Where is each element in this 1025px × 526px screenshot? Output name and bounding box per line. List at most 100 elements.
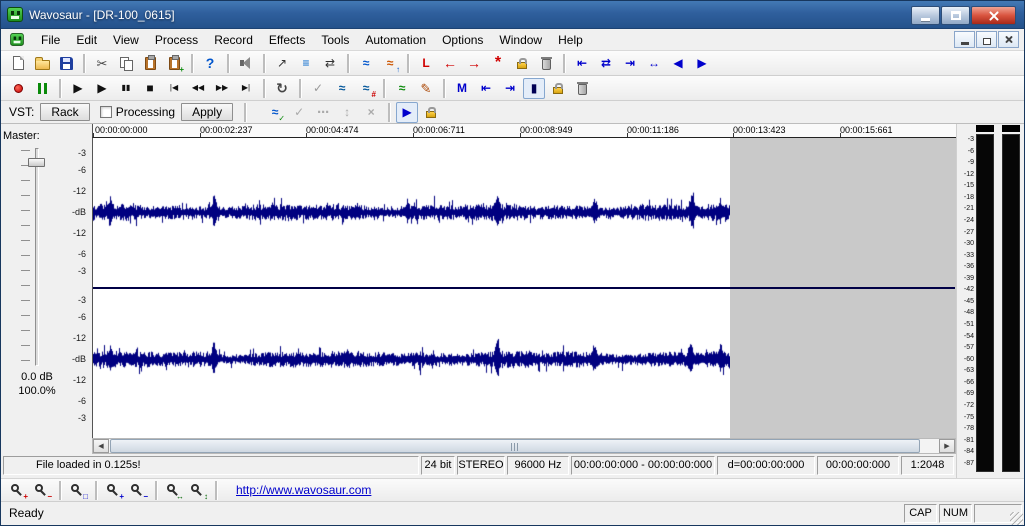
menu-effects[interactable]: Effects [261,31,313,49]
audition-button[interactable] [235,53,257,74]
maximize-button[interactable] [941,6,970,25]
vst-lock-button[interactable] [420,102,442,123]
lock-button-2[interactable] [547,78,569,99]
menu-file[interactable]: File [33,31,68,49]
vst-updown-button[interactable]: ↕ [336,102,358,123]
document-icon[interactable] [10,33,24,46]
record-pause-button[interactable] [31,78,53,99]
lock-button[interactable] [511,53,533,74]
menu-process[interactable]: Process [147,31,206,49]
vst-play-button[interactable]: ▶ [396,102,418,123]
next-region-button[interactable]: ▶ [691,53,713,74]
vst-remove-button[interactable]: × [360,102,382,123]
spectrum-view-button[interactable]: ≈# [355,78,377,99]
loop-end-button[interactable]: ⇥ [499,78,521,99]
play-button[interactable]: ▶ [91,78,113,99]
vst-wave-button[interactable]: ≈✓ [264,102,286,123]
snap-button[interactable]: ✓ [307,78,329,99]
mdi-minimize-button[interactable] [954,31,975,48]
zoom-horizontal-button[interactable]: ↔ [163,480,185,501]
waveform-view-button[interactable]: ≈ [331,78,353,99]
stop-button[interactable]: ■ [139,78,161,99]
copy-button[interactable] [115,53,137,74]
monitor-button[interactable]: ▮ [523,78,545,99]
loop-button[interactable]: ↻ [271,78,293,99]
record-button[interactable] [7,78,29,99]
pitch-shift-button[interactable]: ≈↑ [379,53,401,74]
scrollbar-thumb[interactable] [110,439,920,453]
play-from-cursor-button[interactable]: ▶ [67,78,89,99]
wavosaur-website-link[interactable]: http://www.wavosaur.com [236,483,371,497]
marker-insert-button[interactable]: ⇄ [595,53,617,74]
undo-button[interactable]: ← [439,53,461,74]
marker-prev-button[interactable]: ⇤ [571,53,593,74]
master-slider-thumb[interactable] [28,158,45,167]
batch-processor-button[interactable]: ≡ [295,53,317,74]
cut-button[interactable]: ✂ [91,53,113,74]
menu-options[interactable]: Options [434,31,491,49]
close-button[interactable] [971,6,1016,25]
title-bar[interactable]: Wavosaur - [DR-100_0615] [1,1,1024,29]
menu-help[interactable]: Help [550,31,591,49]
zoom-out-button[interactable]: − [31,480,53,501]
scroll-right-button[interactable]: ▶ [939,439,955,453]
pencil-edit-button[interactable]: ✎ [415,78,437,99]
redo-button[interactable]: → [463,53,485,74]
minimize-button[interactable] [911,6,940,25]
menu-tools[interactable]: Tools [313,31,357,49]
menu-window[interactable]: Window [491,31,550,49]
vst-rack-button[interactable]: Rack [40,103,89,121]
vst-apply-button[interactable]: Apply [181,103,233,121]
loop-start-button[interactable]: ⇤ [475,78,497,99]
waveform-right-channel[interactable] [93,288,730,438]
master-slider-track[interactable] [35,148,39,366]
resize-grip[interactable] [1010,512,1023,525]
synthesis-button[interactable]: ≈ [391,78,413,99]
marker-delete-button[interactable]: ↔ [643,53,665,74]
delete-button-2[interactable] [571,78,593,99]
zoom-selection-button[interactable]: □ [67,480,89,501]
menu-automation[interactable]: Automation [357,31,434,49]
erase-button[interactable]: * [487,53,509,74]
zoom-vertical-button[interactable]: ↕ [187,480,209,501]
help-button[interactable]: ? [199,53,221,74]
vst-more-button[interactable]: ⋯ [312,102,334,123]
vst-check-button[interactable]: ✓ [288,102,310,123]
vst-bar: VST: Rack Processing Apply ≈✓✓⋯↕×▶ [1,101,1024,124]
menu-record[interactable]: Record [206,31,261,49]
channel-mode-cell: STEREO [457,456,505,475]
open-file-button[interactable] [31,53,53,74]
modifier-icon: □ [83,492,88,501]
mdi-close-button[interactable] [998,31,1019,48]
zoom-in-button[interactable]: + [7,480,29,501]
punch-in-button[interactable]: L [415,53,437,74]
previous-region-button[interactable]: ◀ [667,53,689,74]
pause-button[interactable]: ▮▮ [115,78,137,99]
waveform-left-channel[interactable] [93,138,730,288]
forward-button[interactable]: ▶▶ [211,78,233,99]
delete-button[interactable] [535,53,557,74]
menu-view[interactable]: View [105,31,147,49]
horizontal-scrollbar[interactable]: ◀ ▶ [92,438,956,454]
midi-button[interactable]: M [451,78,473,99]
paste-special-button[interactable]: + [163,53,185,74]
mdi-restore-button[interactable] [976,31,997,48]
go-start-button[interactable]: |◀ [163,78,185,99]
paste-button[interactable] [139,53,161,74]
convert-button[interactable]: ⇄ [319,53,341,74]
zoom-all-button[interactable]: + [103,480,125,501]
menu-edit[interactable]: Edit [68,31,105,49]
time-ruler[interactable]: 00:00:00:00000:00:02:23700:00:04:47400:0… [92,124,956,138]
resample-button[interactable]: ≈ [355,53,377,74]
marker-next-button[interactable]: ⇥ [619,53,641,74]
new-file-button[interactable] [7,53,29,74]
rewind-button[interactable]: ◀◀ [187,78,209,99]
status-row: File loaded in 0.125s! 24 bit STEREO 960… [1,456,956,476]
save-file-button[interactable] [55,53,77,74]
external-editor-button[interactable]: ↗ [271,53,293,74]
go-end-button[interactable]: ▶| [235,78,257,99]
pencil-edit-button-icon: ✎ [421,82,432,95]
processing-checkbox[interactable] [100,106,112,118]
scroll-left-button[interactable]: ◀ [93,439,109,453]
zoom-reset-button[interactable]: − [127,480,149,501]
